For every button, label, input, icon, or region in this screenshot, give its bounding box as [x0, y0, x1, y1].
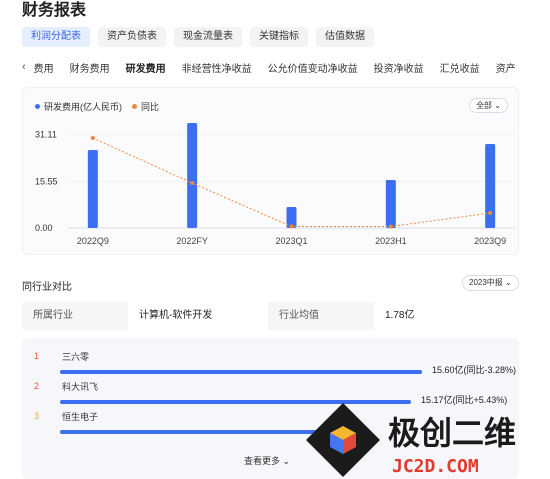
subtab-expense[interactable]: 费用: [26, 60, 62, 75]
subtab-fair-value-change[interactable]: 公允价值变动净收益: [260, 60, 366, 75]
tab-valuation[interactable]: 估值数据: [316, 27, 374, 47]
rank-number: 2: [34, 381, 40, 391]
line-point: [488, 211, 493, 215]
bar: [187, 123, 198, 228]
legend-bar-label: 研发费用(亿人民币): [44, 102, 122, 112]
watermark: 极创二维 JC2D.COM: [300, 400, 550, 479]
y-tick-label: 0.00: [35, 223, 53, 233]
page-title: 财务报表: [22, 2, 87, 19]
industry-avg-label: 行业均值: [268, 302, 374, 330]
line-point: [190, 181, 195, 185]
bar: [485, 144, 496, 228]
tab-cash-flow[interactable]: 现金流量表: [174, 27, 242, 47]
industry-label: 所属行业: [22, 302, 128, 330]
company-name: 科大讯飞: [62, 382, 99, 392]
rank-number: 1: [34, 351, 40, 361]
bar: [87, 150, 98, 228]
report-tabs: 利润分配表 资产负债表 现金流量表 关键指标 估值数据: [22, 27, 374, 47]
bar: [385, 180, 396, 228]
ranking-row[interactable]: 1 三六零 15.60亿(同比-3.28%): [22, 344, 519, 375]
see-more-button[interactable]: 查看更多 ⌄: [244, 454, 290, 467]
industry-value: 计算机-软件开发: [128, 302, 268, 330]
range-label: 全部: [476, 101, 493, 110]
chevron-down-icon: ⌄: [505, 278, 512, 287]
tab-key-indicators[interactable]: 关键指标: [250, 27, 308, 47]
legend-bar: 研发费用(亿人民币): [35, 100, 122, 113]
sub-tabs: ‹ 费用 财务费用 研发费用 非经营性净收益 公允价值变动净收益 投资净收益 汇…: [22, 57, 522, 77]
period-label: 2023中报: [469, 278, 503, 287]
subtab-investment-income[interactable]: 投资净收益: [366, 60, 432, 75]
x-tick-label: 2022FY: [176, 236, 208, 246]
line-point: [289, 224, 294, 229]
watermark-logo: 极创二维 JC2D.COM: [306, 403, 516, 477]
ranking-bar: [60, 430, 324, 434]
industry-info: 所属行业 计算机-软件开发 行业均值 1.78亿: [22, 302, 519, 330]
x-tick-label: 2023Q1: [275, 236, 307, 246]
rank-number: 3: [34, 411, 40, 421]
period-dropdown[interactable]: 2023中报 ⌄: [462, 275, 519, 291]
legend-line: 同比: [132, 100, 159, 113]
subtab-exchange-income[interactable]: 汇兑收益: [432, 60, 488, 75]
see-more-label: 查看更多: [244, 456, 281, 466]
chevron-down-icon: ⌄: [494, 101, 501, 110]
peer-section-title: 同行业对比: [22, 282, 72, 293]
tab-income-distribution[interactable]: 利润分配表: [22, 27, 90, 47]
x-tick-label: 2023Q9: [474, 236, 506, 246]
y-tick-label: 15.55: [35, 176, 58, 186]
company-name: 三六零: [62, 352, 90, 362]
chart-legend: 研发费用(亿人民币) 同比: [35, 100, 159, 113]
subtab-non-operating-income[interactable]: 非经营性净收益: [174, 60, 260, 75]
y-tick-label: 31.11: [35, 130, 57, 140]
subtab-financial-expense[interactable]: 财务费用: [62, 60, 118, 75]
line-point: [90, 136, 95, 140]
x-tick-label: 2023H1: [375, 236, 407, 246]
line-point: [388, 224, 393, 229]
subtab-rd-expense[interactable]: 研发费用: [118, 60, 174, 75]
range-dropdown[interactable]: 全部 ⌄: [469, 98, 508, 113]
chart-canvas: 31.11 15.55 0.00 2022Q9 2022FY 2023Q1 2023H1 20…: [35, 123, 515, 246]
svg-text:JC2D.COM: JC2D.COM: [392, 456, 479, 477]
rd-expense-chart: 31.11 15.55 0.00 2022Q9 2022FY 2023Q1 2023H1 20…: [22, 87, 519, 255]
legend-line-dot-icon: [132, 104, 137, 109]
tab-balance-sheet[interactable]: 资产负债表: [98, 27, 166, 47]
company-name: 恒生电子: [62, 412, 99, 422]
svg-text:极创二维: 极创二维: [388, 414, 516, 452]
legend-bar-dot-icon: [35, 104, 40, 109]
x-tick-label: 2022Q9: [77, 236, 109, 246]
subtab-asset[interactable]: 资产: [488, 60, 522, 75]
chevron-down-icon: ⌄: [282, 456, 291, 466]
legend-line-label: 同比: [141, 102, 160, 112]
industry-avg-value: 1.78亿: [374, 302, 519, 330]
